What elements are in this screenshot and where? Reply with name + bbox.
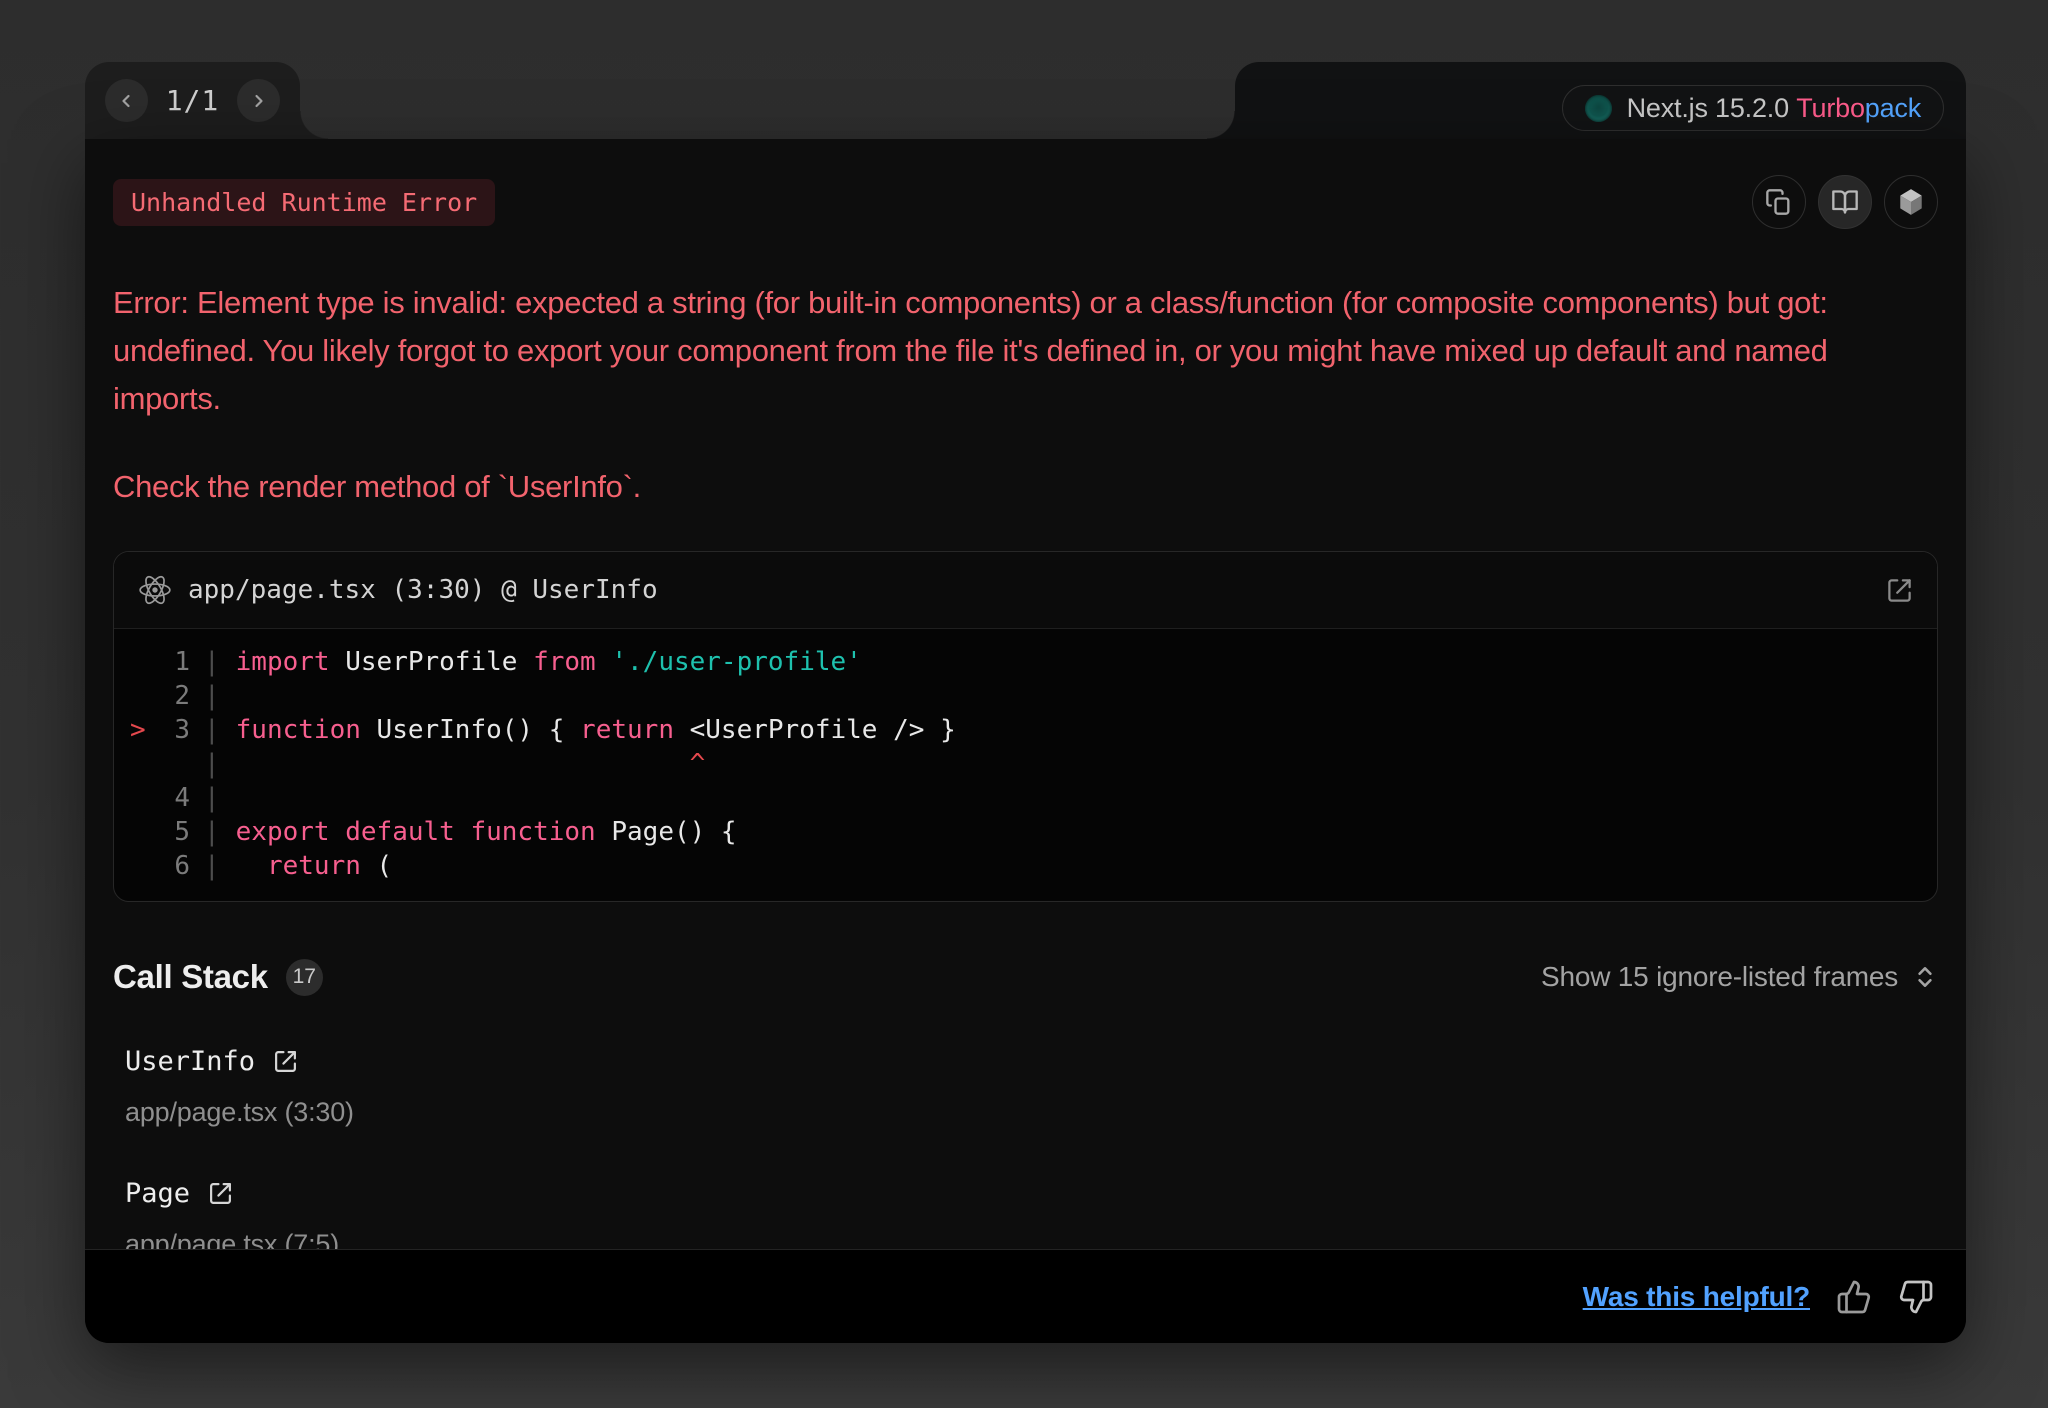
nextjs-version-badge[interactable]: Next.js 15.2.0 Turbopack [1562, 85, 1944, 131]
nodejs-icon [1897, 187, 1925, 217]
code-line: 2| [130, 679, 1937, 713]
docs-button[interactable] [1818, 175, 1872, 229]
code-frame: app/page.tsx (3:30) @ UserInfo 1|import … [113, 551, 1938, 902]
open-in-editor-button[interactable] [1886, 577, 1913, 604]
code-line: 6| return ( [130, 849, 1937, 883]
code-line: >3|function UserInfo() { return <UserPro… [130, 713, 1937, 747]
call-stack-count-badge: 17 [286, 959, 323, 996]
show-ignored-frames-toggle[interactable]: Show 15 ignore-listed frames [1541, 961, 1938, 993]
turbopack-label-pack: pack [1865, 93, 1921, 123]
frame-name: Page [125, 1178, 190, 1209]
chevron-left-icon [116, 91, 136, 111]
overlay-nav: 1/1 Next.js 15.2.0 Turbopack [85, 62, 1966, 139]
nodejs-devtools-button[interactable] [1884, 175, 1938, 229]
error-hint: Check the render method of `UserInfo`. [113, 469, 1938, 505]
error-type-badge: Unhandled Runtime Error [113, 179, 495, 226]
call-stack-title: Call Stack [113, 958, 268, 996]
thumbs-down-icon [1898, 1279, 1934, 1315]
thumbs-down-button[interactable] [1898, 1279, 1934, 1315]
error-header-row: Unhandled Runtime Error [113, 175, 1938, 229]
version-tab: Next.js 15.2.0 Turbopack [1235, 62, 1966, 139]
status-indicator-icon [1585, 95, 1612, 122]
chevron-right-icon [249, 91, 269, 111]
code-line: 1|import UserProfile from './user-profil… [130, 645, 1937, 679]
error-message: Error: Element type is invalid: expected… [113, 279, 1938, 423]
error-panel: Unhandled Runtime Error [85, 139, 1966, 1343]
external-link-icon[interactable] [273, 1049, 298, 1074]
code-listing: 1|import UserProfile from './user-profil… [114, 629, 1937, 901]
was-this-helpful-link[interactable]: Was this helpful? [1583, 1281, 1810, 1313]
code-frame-header: app/page.tsx (3:30) @ UserInfo [114, 552, 1937, 629]
thumbs-up-button[interactable] [1836, 1279, 1872, 1315]
turbopack-label-turbo: Turbo [1796, 93, 1865, 123]
code-line: | ^ [130, 747, 1937, 781]
previous-error-button[interactable] [105, 79, 148, 122]
book-open-icon [1831, 188, 1859, 216]
frame-location: app/page.tsx (3:30) [125, 1097, 1938, 1128]
show-ignored-frames-label: Show 15 ignore-listed frames [1541, 961, 1898, 993]
call-stack-frames: UserInfo app/page.tsx (3:30) Page app/pa… [113, 1046, 1938, 1260]
code-line: 4| [130, 781, 1937, 815]
version-label: Next.js 15.2.0 Turbopack [1627, 93, 1921, 124]
error-pagination-count: 1/1 [166, 84, 220, 117]
code-frame-file-label: app/page.tsx (3:30) @ UserInfo [188, 575, 658, 605]
chevrons-up-down-icon [1912, 964, 1938, 990]
next-error-button[interactable] [237, 79, 280, 122]
header-actions [1752, 175, 1938, 229]
copy-error-button[interactable] [1752, 175, 1806, 229]
code-line: 5|export default function Page() { [130, 815, 1937, 849]
error-overlay-dialog: 1/1 Next.js 15.2.0 Turbopack Unhandled R… [85, 62, 1966, 1343]
call-stack-frame: UserInfo app/page.tsx (3:30) [125, 1046, 1938, 1128]
react-icon [138, 573, 172, 607]
frame-name: UserInfo [125, 1046, 255, 1077]
copy-icon [1765, 188, 1793, 216]
external-link-icon[interactable] [208, 1181, 233, 1206]
call-stack-frame: Page app/page.tsx (7:5) [125, 1178, 1938, 1260]
thumbs-up-icon [1836, 1279, 1872, 1315]
feedback-footer: Was this helpful? [85, 1249, 1966, 1343]
call-stack-header: Call Stack 17 Show 15 ignore-listed fram… [113, 958, 1938, 996]
error-pagination-tab: 1/1 [85, 62, 300, 139]
